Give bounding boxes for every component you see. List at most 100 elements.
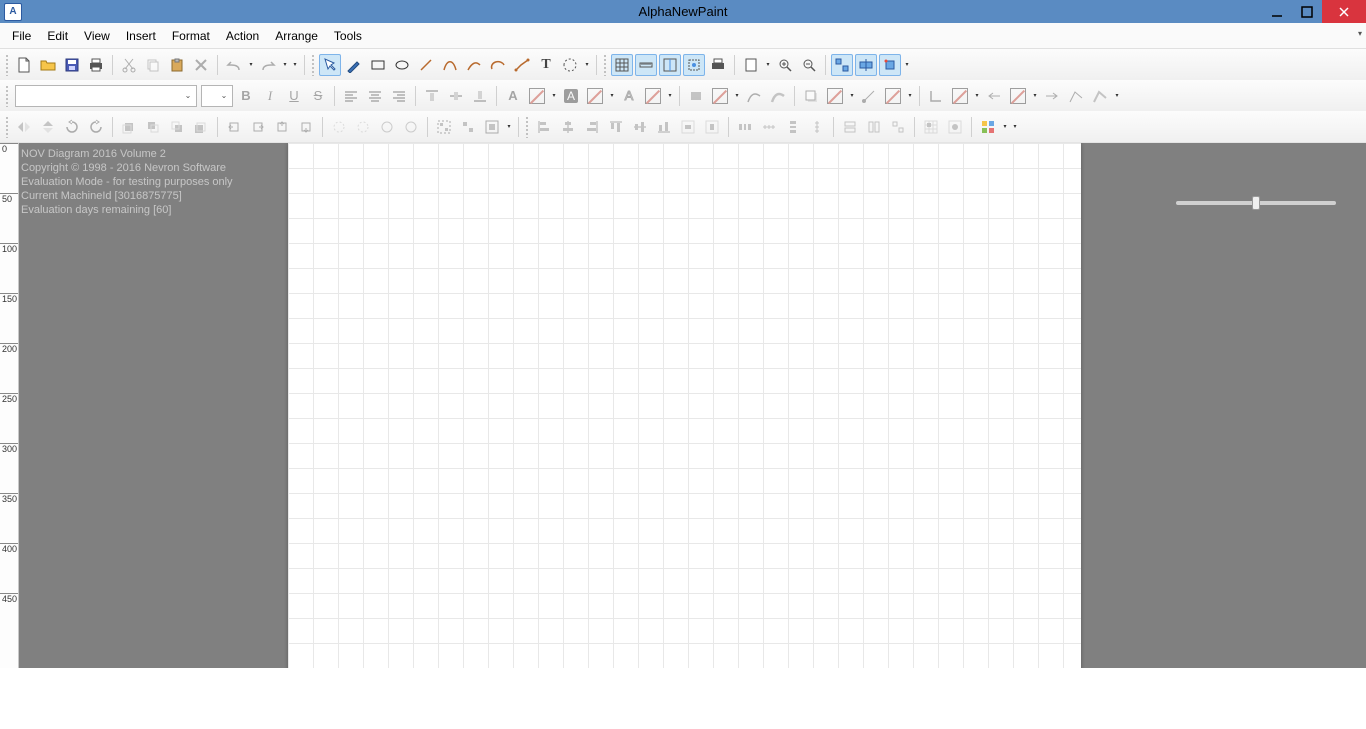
menu-format[interactable]: Format <box>164 25 218 47</box>
align-tops-button[interactable] <box>605 116 627 138</box>
page-setup-button[interactable] <box>740 54 762 76</box>
align-centers-button[interactable] <box>557 116 579 138</box>
layout-button[interactable] <box>977 116 999 138</box>
underline-button[interactable]: U <box>283 85 305 107</box>
nudge-left-button[interactable] <box>223 116 245 138</box>
distribute-v-button[interactable] <box>782 116 804 138</box>
print-button[interactable] <box>85 54 107 76</box>
copy-button[interactable] <box>142 54 164 76</box>
ports-toggle[interactable] <box>683 54 705 76</box>
snap-toggle-1[interactable] <box>831 54 853 76</box>
open-button[interactable] <box>37 54 59 76</box>
group-button[interactable] <box>433 116 455 138</box>
align-left-button[interactable] <box>340 85 362 107</box>
stroke-style-2-button[interactable] <box>767 85 789 107</box>
align-rights-button[interactable] <box>581 116 603 138</box>
arrow-begin-button[interactable] <box>983 85 1005 107</box>
toolbar1-overflow[interactable]: ▾ <box>291 61 299 68</box>
distribute-h-button[interactable] <box>734 116 756 138</box>
align-bottoms-button[interactable] <box>653 116 675 138</box>
undo-dropdown[interactable]: ▾ <box>247 61 255 68</box>
corner-button[interactable] <box>925 85 947 107</box>
nudge-up-button[interactable] <box>271 116 293 138</box>
distribute-h-spacing-button[interactable] <box>758 116 780 138</box>
send-backward-button[interactable] <box>166 116 188 138</box>
view-overflow[interactable]: ▾ <box>903 61 911 68</box>
guides-toggle[interactable] <box>659 54 681 76</box>
send-back-button[interactable] <box>190 116 212 138</box>
text-outline-button[interactable]: A <box>618 85 640 107</box>
shadow-fill-button[interactable] <box>824 85 846 107</box>
line-begin-dropdown[interactable]: ▾ <box>906 92 914 99</box>
arrow-begin-fill-button[interactable] <box>1007 85 1029 107</box>
align-to-grid-button[interactable] <box>944 116 966 138</box>
bring-front-button[interactable] <box>118 116 140 138</box>
menu-action[interactable]: Action <box>218 25 267 47</box>
close-button[interactable] <box>1322 0 1366 23</box>
menu-edit[interactable]: Edit <box>39 25 76 47</box>
bezier-tool[interactable] <box>439 54 461 76</box>
rectangle-tool[interactable] <box>367 54 389 76</box>
geometry-fill-swatch[interactable] <box>709 85 731 107</box>
dash-style-picker[interactable] <box>1089 85 1111 107</box>
paste-button[interactable] <box>166 54 188 76</box>
font-fill-button[interactable] <box>526 85 548 107</box>
font-color-button[interactable]: A <box>502 85 524 107</box>
zoom-slider-thumb[interactable] <box>1252 196 1260 210</box>
layout-dropdown[interactable]: ▾ <box>1001 123 1009 130</box>
geometry-fill-button[interactable] <box>685 85 707 107</box>
snap-toggle-2[interactable] <box>855 54 877 76</box>
elliptical-arc-tool[interactable] <box>487 54 509 76</box>
bold-button[interactable]: B <box>235 85 257 107</box>
align-middles-button[interactable] <box>629 116 651 138</box>
text-outline-dropdown[interactable]: ▾ <box>666 92 674 99</box>
arrow-end-button[interactable] <box>1041 85 1063 107</box>
flip-horizontal-button[interactable] <box>13 116 35 138</box>
corner-fill-button[interactable] <box>949 85 971 107</box>
undo-button[interactable] <box>223 54 245 76</box>
font-fill-dropdown[interactable]: ▾ <box>550 92 558 99</box>
arrow-begin-dropdown[interactable]: ▾ <box>1031 92 1039 99</box>
stroke-style-picker[interactable] <box>1065 85 1087 107</box>
connector-tool[interactable] <box>511 54 533 76</box>
rotate-right-button[interactable] <box>85 116 107 138</box>
valign-middle-button[interactable] <box>445 85 467 107</box>
align-lefts-button[interactable] <box>533 116 555 138</box>
page-setup-dropdown[interactable]: ▾ <box>764 61 772 68</box>
distribute-v-spacing-button[interactable] <box>806 116 828 138</box>
nudge-right-button[interactable] <box>247 116 269 138</box>
zoom-out-button[interactable] <box>798 54 820 76</box>
print-preview-button[interactable] <box>707 54 729 76</box>
vertical-ruler[interactable]: 050100150200250300350400450 <box>0 143 19 668</box>
tools-overflow[interactable]: ▾ <box>583 61 591 68</box>
arrange-overflow[interactable]: ▾ <box>1011 123 1019 130</box>
italic-button[interactable]: I <box>259 85 281 107</box>
menu-view[interactable]: View <box>76 25 118 47</box>
minimize-button[interactable] <box>1262 0 1292 23</box>
ungroup-button[interactable] <box>457 116 479 138</box>
rotate-cw-large-button[interactable] <box>400 116 422 138</box>
same-height-button[interactable] <box>863 116 885 138</box>
redo-button[interactable] <box>257 54 279 76</box>
rotate-ccw-small-button[interactable] <box>328 116 350 138</box>
redo-dropdown[interactable]: ▾ <box>281 61 289 68</box>
menubar-overflow-icon[interactable]: ▾ <box>1358 29 1362 38</box>
same-width-button[interactable] <box>839 116 861 138</box>
line-begin-button[interactable] <box>858 85 880 107</box>
toolbar-grip[interactable] <box>5 54 9 76</box>
text-bg-dropdown[interactable]: ▾ <box>608 92 616 99</box>
draw-tool[interactable] <box>343 54 365 76</box>
arc-tool[interactable] <box>463 54 485 76</box>
rotate-ccw-large-button[interactable] <box>376 116 398 138</box>
pointer-tool[interactable] <box>319 54 341 76</box>
font-family-combo[interactable]: ⌄ <box>15 85 197 107</box>
valign-top-button[interactable] <box>421 85 443 107</box>
toolbar-grip[interactable] <box>5 116 9 138</box>
toolbar-grip[interactable] <box>525 116 529 138</box>
align-right-button[interactable] <box>388 85 410 107</box>
zoom-slider[interactable] <box>1176 201 1336 205</box>
grid-toggle[interactable] <box>611 54 633 76</box>
ellipse-tool[interactable] <box>391 54 413 76</box>
rulers-toggle[interactable] <box>635 54 657 76</box>
align-page-v-button[interactable] <box>701 116 723 138</box>
